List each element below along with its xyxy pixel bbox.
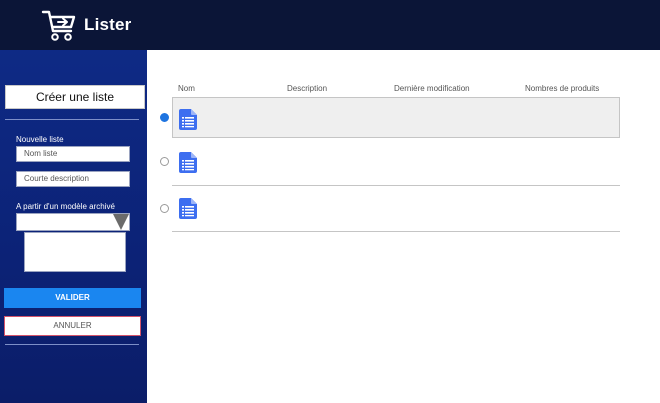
list-name-field[interactable]: Nom liste	[16, 146, 130, 162]
shopping-cart-icon	[41, 10, 76, 41]
short-description-field[interactable]: Courte description	[16, 171, 130, 187]
cancel-button[interactable]: ANNULER	[4, 316, 141, 336]
document-list-icon	[179, 198, 197, 219]
sidebar-divider	[5, 119, 139, 120]
sidebar-divider	[5, 344, 139, 345]
column-header-last-modified[interactable]: Dernière modification	[394, 84, 470, 93]
row-divider	[172, 185, 620, 186]
create-list-button[interactable]: Créer une liste	[5, 85, 145, 109]
dropdown-arrow-icon[interactable]	[113, 214, 129, 230]
row-radio[interactable]	[160, 157, 169, 166]
column-header-name[interactable]: Nom	[178, 84, 195, 93]
validate-button[interactable]: VALIDER	[4, 288, 141, 308]
app-title: Lister	[84, 15, 132, 34]
document-list-icon	[179, 109, 197, 130]
new-list-label: Nouvelle liste	[16, 135, 64, 144]
table-row[interactable]	[172, 97, 620, 138]
top-bar: Lister	[0, 0, 660, 50]
column-header-product-count[interactable]: Nombres de produits	[525, 84, 599, 93]
template-list-box[interactable]	[24, 232, 126, 272]
row-radio[interactable]	[160, 113, 169, 122]
template-label: A partir d'un modèle archivé	[16, 202, 115, 211]
column-header-description[interactable]: Description	[287, 84, 327, 93]
row-divider	[172, 231, 620, 232]
template-select[interactable]	[16, 213, 130, 231]
document-list-icon	[179, 152, 197, 173]
row-radio[interactable]	[160, 204, 169, 213]
